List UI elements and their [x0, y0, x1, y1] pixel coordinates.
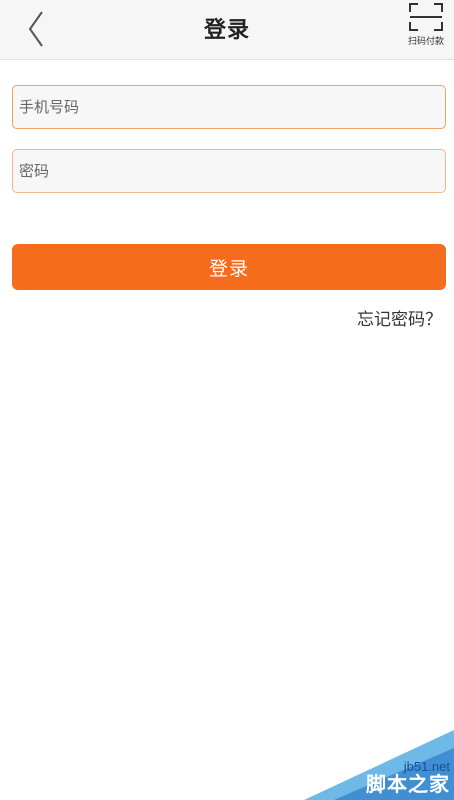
watermark-name: 脚本之家 [366, 772, 450, 796]
top-navigation-bar: 登录 扫码付款 [0, 0, 454, 60]
scan-to-pay-button[interactable]: 扫码付款 [404, 2, 448, 54]
forgot-password-link[interactable]: 忘记密码？ [357, 305, 442, 330]
scan-frame-icon [409, 3, 443, 31]
site-watermark: jb51.net 脚本之家 [304, 730, 454, 800]
password-input[interactable] [12, 149, 446, 193]
login-button[interactable]: 登录 [12, 244, 446, 290]
page-title: 登录 [203, 18, 250, 43]
login-screen: 登录 扫码付款 登录 忘记密码？ jb51.net 脚本之家 [0, 0, 454, 800]
scan-to-pay-label: 扫码付款 [407, 37, 444, 47]
phone-number-input[interactable] [12, 85, 446, 129]
